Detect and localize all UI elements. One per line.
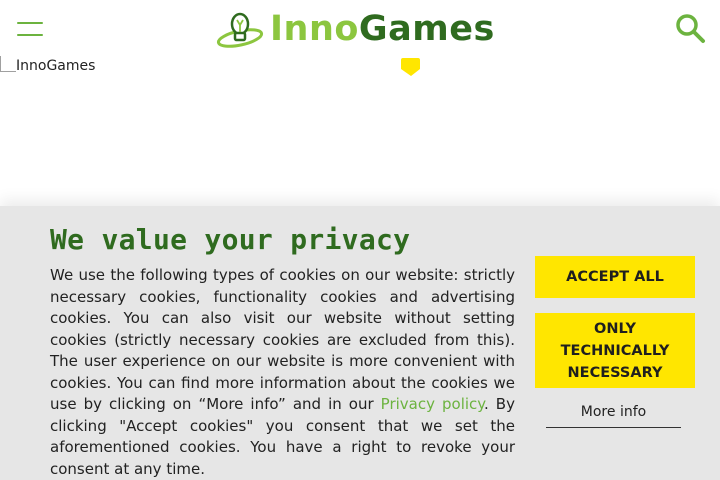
logo-text-inno: Inno: [270, 9, 359, 49]
cookie-banner-title: We value your privacy: [50, 223, 411, 256]
only-necessary-button[interactable]: ONLY TECHNICALLY NECESSARY: [535, 313, 695, 388]
more-info-link[interactable]: More info: [546, 401, 681, 428]
accept-all-button[interactable]: ACCEPT ALL: [535, 256, 695, 298]
chat-bubble-icon[interactable]: [400, 57, 421, 77]
lightbulb-logo-icon: [216, 12, 264, 48]
cookie-banner-text: We use the following types of cookies on…: [50, 265, 515, 480]
logo-wordmark: InnoGames: [270, 8, 495, 50]
hamburger-menu-icon[interactable]: [17, 20, 43, 38]
privacy-policy-link[interactable]: Privacy policy: [381, 395, 484, 413]
cookie-text-part1: We use the following types of cookies on…: [50, 266, 515, 413]
innogames-logo[interactable]: InnoGames: [216, 8, 506, 50]
search-icon[interactable]: [674, 12, 706, 44]
menu-line: [17, 22, 43, 24]
logo-text-games: Games: [358, 9, 495, 49]
site-header: InnoGames: [0, 0, 720, 56]
hero-image-alt-text: InnoGames: [16, 58, 96, 74]
menu-line: [17, 34, 43, 36]
cookie-consent-banner: We value your privacy We use the followi…: [0, 206, 720, 480]
broken-image-icon: [0, 56, 16, 72]
